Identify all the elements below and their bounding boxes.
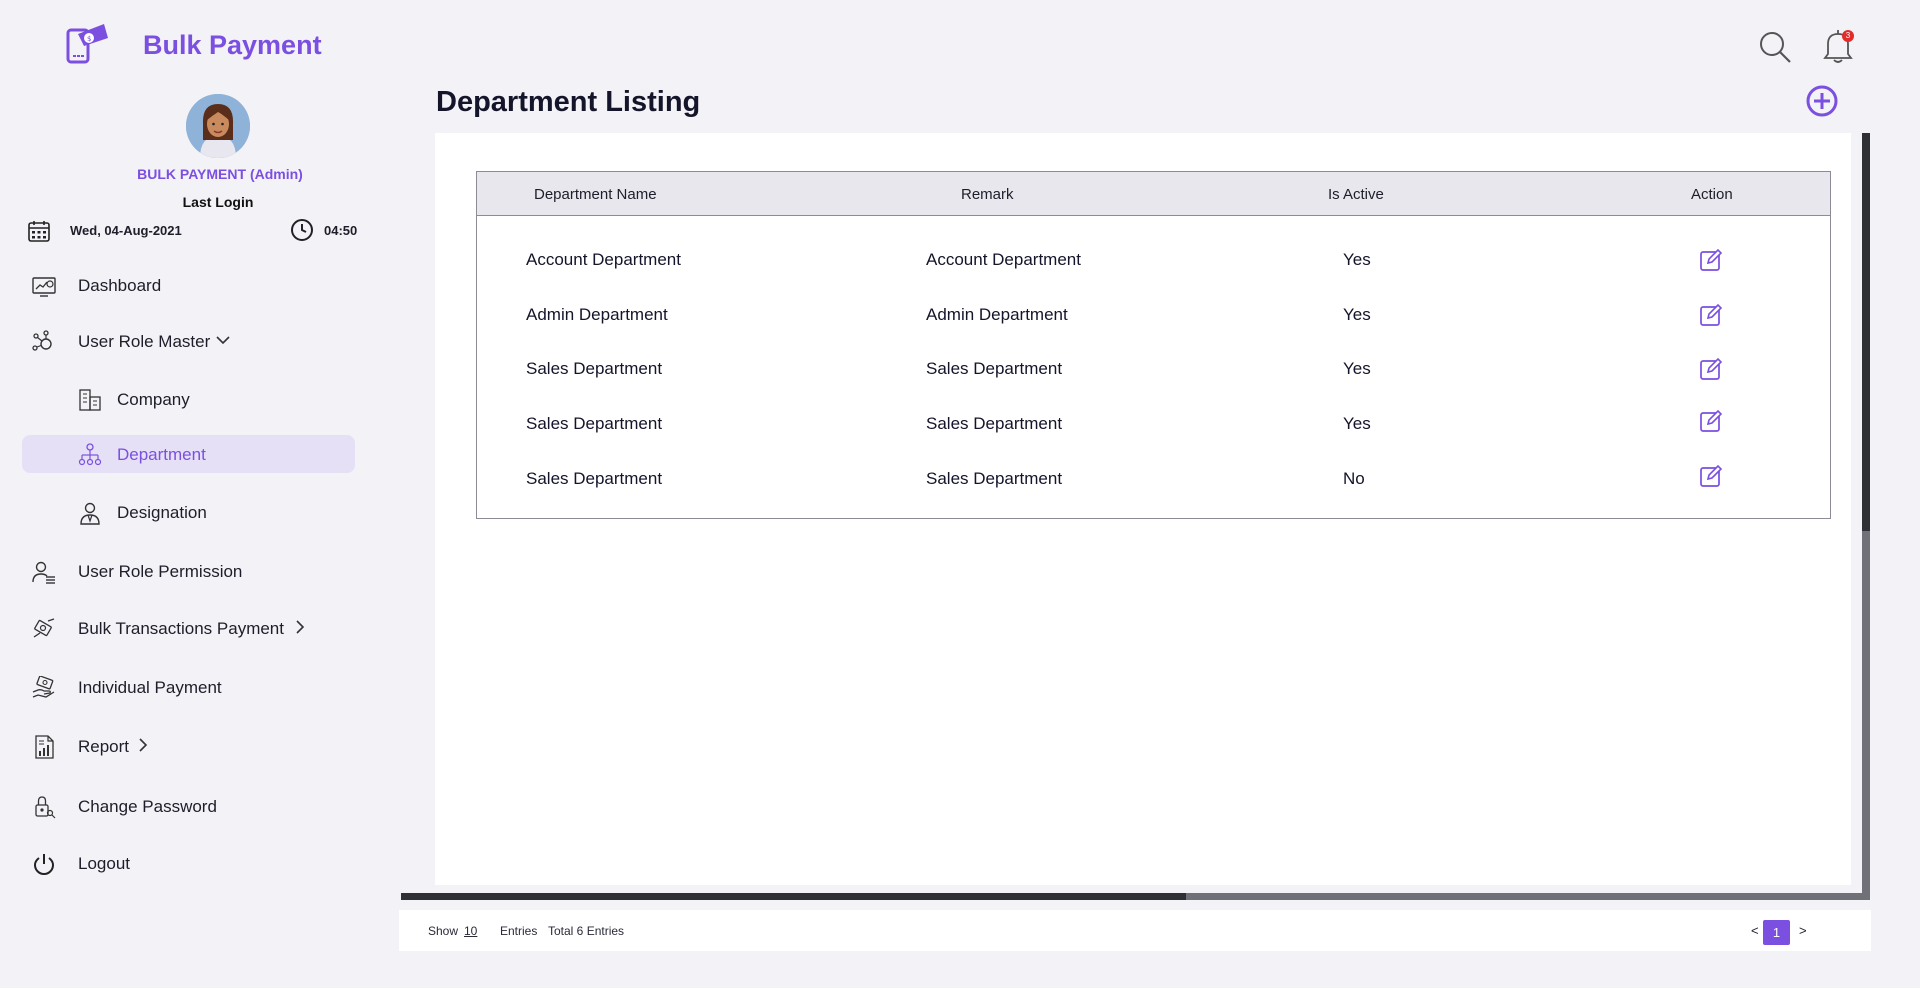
user-name: BULK PAYMENT (Admin) xyxy=(137,166,303,182)
is-active-cell: Yes xyxy=(1343,305,1371,324)
sidebar-item-change-password[interactable]: Change Password xyxy=(22,787,355,825)
power-icon xyxy=(33,854,55,875)
column-header: Action xyxy=(1691,186,1733,203)
table-row: Admin Department Admin Department Yes xyxy=(477,289,1830,343)
is-active-cell: No xyxy=(1343,469,1365,488)
search-icon[interactable] xyxy=(1758,30,1792,64)
department-name-cell: Sales Department xyxy=(526,359,663,378)
show-label: Show xyxy=(428,924,459,938)
org-chart-icon xyxy=(78,443,102,466)
lock-key-icon xyxy=(35,796,56,819)
remark-cell: Sales Department xyxy=(926,359,1063,378)
calendar-icon xyxy=(28,221,50,242)
sidebar-item-label: Designation xyxy=(117,503,207,522)
user-avatar-icon xyxy=(186,94,250,158)
horizontal-scrollbar-thumb[interactable] xyxy=(401,893,1186,900)
sidebar-item-label: Bulk Transactions Payment xyxy=(78,619,284,638)
chevron-right-icon xyxy=(296,620,305,634)
remark-cell: Sales Department xyxy=(926,414,1063,433)
sidebar-item-individual-payment[interactable]: Individual Payment xyxy=(22,668,355,706)
chevron-right-icon xyxy=(139,738,148,752)
add-department-button[interactable] xyxy=(1805,84,1839,118)
sidebar-item-logout[interactable]: Logout xyxy=(22,844,355,882)
sidebar-item-label: Department xyxy=(117,445,206,464)
sidebar-item-label: Company xyxy=(117,390,190,409)
sidebar-item-label: User Role Master xyxy=(78,332,211,351)
total-entries: Total 6 Entries xyxy=(548,924,625,938)
edit-icon[interactable] xyxy=(1699,464,1723,488)
is-active-cell: Yes xyxy=(1343,250,1371,269)
department-name-cell: Account Department xyxy=(526,250,681,269)
sidebar-item-report[interactable]: Report xyxy=(22,727,355,765)
employee-icon xyxy=(80,502,100,525)
last-login-label: Last Login xyxy=(182,194,254,210)
remark-cell: Admin Department xyxy=(926,305,1068,324)
edit-icon[interactable] xyxy=(1699,357,1723,381)
svg-text:$: $ xyxy=(87,35,91,43)
hand-money-icon xyxy=(32,676,55,698)
sidebar-item-user-role-permission[interactable]: User Role Permission xyxy=(22,552,355,590)
edit-icon[interactable] xyxy=(1699,409,1723,433)
clock-icon xyxy=(291,219,313,241)
column-header: Department Name xyxy=(534,186,657,203)
transaction-icon xyxy=(33,618,55,638)
entries-label: Entries xyxy=(500,924,538,938)
department-name-cell: Sales Department xyxy=(526,414,663,433)
sidebar-item-label: User Role Permission xyxy=(78,562,243,581)
remark-cell: Sales Department xyxy=(926,469,1063,488)
sidebar-item-company[interactable]: Company xyxy=(22,380,355,418)
sidebar-item-designation[interactable]: Designation xyxy=(22,493,355,531)
vertical-scrollbar-thumb[interactable] xyxy=(1862,133,1870,531)
sidebar-item-label: Dashboard xyxy=(78,276,162,295)
table-row: Sales Department Sales Department Yes xyxy=(477,398,1830,452)
sidebar-item-dashboard[interactable]: Dashboard xyxy=(22,266,355,304)
user-network-icon xyxy=(32,330,52,351)
notification-badge: 3 xyxy=(1842,30,1854,42)
chevron-down-icon xyxy=(216,336,230,345)
department-name-cell: Sales Department xyxy=(526,469,663,488)
sidebar: $ Bulk Payment BULK PAYMENT (Admin) Last… xyxy=(0,0,380,988)
wallet-phone-logo-icon: $ xyxy=(66,24,108,64)
table-row: Sales Department Sales Department No xyxy=(477,453,1830,507)
report-icon xyxy=(35,735,54,759)
remark-cell: Account Department xyxy=(926,250,1081,269)
is-active-cell: Yes xyxy=(1343,414,1371,433)
edit-icon[interactable] xyxy=(1699,303,1723,327)
column-header: Is Active xyxy=(1328,186,1384,203)
page-size-select[interactable]: 10 xyxy=(464,924,477,938)
edit-icon[interactable] xyxy=(1699,248,1723,272)
last-login-date: Wed, 04-Aug-2021 xyxy=(70,223,182,238)
page-1-button[interactable]: 1 xyxy=(1763,920,1790,945)
sidebar-item-label: Report xyxy=(78,737,130,756)
last-login-time: 04:50 xyxy=(324,223,358,238)
column-header: Remark xyxy=(961,186,1014,203)
table-row: Account Department Account Department Ye… xyxy=(477,234,1830,288)
sidebar-item-label: Individual Payment xyxy=(78,678,222,697)
sidebar-item-department[interactable]: Department xyxy=(22,435,355,473)
table-header: Department Name Remark Is Active Action xyxy=(477,172,1830,216)
department-name-cell: Admin Department xyxy=(526,305,668,324)
next-page-button[interactable]: > xyxy=(1799,923,1807,938)
table-row: Sales Department Sales Department Yes xyxy=(477,343,1830,397)
department-table: Department Name Remark Is Active Action … xyxy=(476,171,1831,519)
table-footer: Show 10 Entries Total 6 Entries < 1 > xyxy=(399,910,1871,951)
brand-title: Bulk Payment xyxy=(143,30,322,60)
sidebar-item-bulk-transactions-payment[interactable]: Bulk Transactions Payment xyxy=(22,609,355,647)
sidebar-item-label: Change Password xyxy=(78,797,217,816)
dashboard-icon xyxy=(32,277,56,297)
is-active-cell: Yes xyxy=(1343,359,1371,378)
prev-page-button[interactable]: < xyxy=(1751,923,1759,938)
page-title: Department Listing xyxy=(436,86,701,118)
user-list-icon xyxy=(32,561,55,584)
building-icon xyxy=(79,389,101,411)
avatar[interactable] xyxy=(186,94,250,158)
sidebar-item-label: Logout xyxy=(78,854,130,873)
last-login-row: Wed, 04-Aug-2021 04:50 xyxy=(28,218,368,242)
sidebar-item-user-role-master[interactable]: User Role Master xyxy=(22,322,355,360)
